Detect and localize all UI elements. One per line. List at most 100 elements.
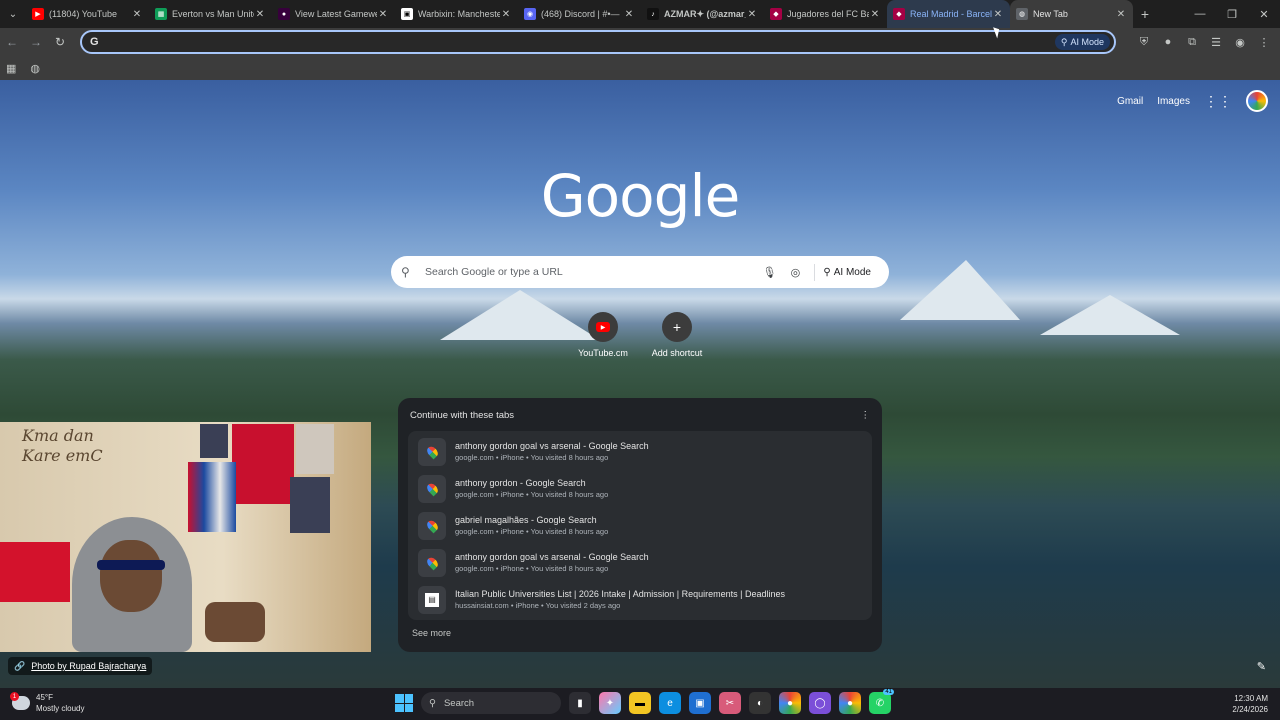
weather-badge: 1 xyxy=(10,692,19,701)
more-options-icon[interactable]: ⋮ xyxy=(861,410,871,421)
close-icon[interactable]: ✕ xyxy=(992,9,1004,20)
reload-icon[interactable]: ↻ xyxy=(48,35,72,49)
photo-credit[interactable]: 🔗 Photo by Rupad Bajracharya xyxy=(8,657,153,675)
search-icon: ⚲ xyxy=(429,697,436,709)
add-shortcut-button[interactable]: + Add shortcut xyxy=(647,312,707,358)
shield-icon[interactable]: ⛨ xyxy=(1132,36,1156,49)
system-clock[interactable]: 12:30 AM 2/24/2026 xyxy=(1232,693,1268,715)
close-icon[interactable]: ✕ xyxy=(869,9,881,20)
restore-icon[interactable]: ❐ xyxy=(1216,8,1248,21)
google-maps-pin-icon xyxy=(418,474,446,503)
shortcut-label: Add shortcut xyxy=(651,348,703,358)
close-icon[interactable]: ✕ xyxy=(1115,9,1127,20)
list-item[interactable]: gabriel magalhães - Google Search google.… xyxy=(408,507,872,544)
snowy-peak xyxy=(1040,295,1180,335)
microphone-icon[interactable]: 🎙 xyxy=(756,266,782,279)
tab-warbixin[interactable]: ▣ Warbixin: Manchester ✕ xyxy=(395,0,518,28)
google-apps-icon[interactable]: ⋮⋮ xyxy=(1204,93,1232,110)
extension-circle-icon[interactable]: ● xyxy=(1156,36,1180,48)
file-explorer-icon[interactable]: ▬ xyxy=(629,692,651,714)
search-input[interactable]: Search Google or type a URL xyxy=(421,266,756,278)
jerseys xyxy=(188,462,236,532)
weather-widget[interactable]: 1 45°F Mostly cloudy xyxy=(10,692,84,714)
globe-icon[interactable]: ◍ xyxy=(30,62,40,75)
snowy-peak xyxy=(900,260,1020,320)
copilot-icon[interactable]: ✦ xyxy=(599,692,621,714)
back-icon[interactable]: ← xyxy=(0,35,24,49)
close-icon[interactable]: ✕ xyxy=(254,9,266,20)
item-title: anthony gordon goal vs arsenal - Google … xyxy=(455,552,649,562)
tab-real-madrid-barcelona[interactable]: ◆ Real Madrid - Barcelo ✕ xyxy=(887,0,1010,28)
customize-pencil-icon[interactable]: ✎ xyxy=(1257,660,1266,673)
cloud-icon: 1 xyxy=(10,692,30,710)
profile-icon[interactable]: ◉ xyxy=(1228,36,1252,49)
tab-label: View Latest Gamewe xyxy=(295,9,377,19)
new-tab-button[interactable]: + xyxy=(1133,6,1157,22)
webcam-overlay: Kma dan Kare emC xyxy=(0,422,371,652)
list-item[interactable]: ▤ Italian Public Universities List | 202… xyxy=(408,581,872,618)
site-favicon-icon: ▤ xyxy=(418,585,446,614)
obs-icon[interactable]: ◐ xyxy=(749,692,771,714)
tab-tiktok[interactable]: ♪ AZMAR✦ (@azmar_ ✕ xyxy=(641,0,764,28)
tab-barca-players[interactable]: ◆ Jugadores del FC Barc✕ xyxy=(764,0,887,28)
poster xyxy=(200,424,228,458)
lens-icon[interactable]: ◎ xyxy=(782,266,808,279)
item-title: Italian Public Universities List | 2026 … xyxy=(455,589,786,599)
tab-label: New Tab xyxy=(1033,9,1068,19)
minimize-icon[interactable]: — xyxy=(1184,8,1216,20)
shortcut-youtube[interactable]: ▶ YouTube.cm xyxy=(573,312,633,358)
close-icon[interactable]: ✕ xyxy=(131,9,143,20)
task-view-icon[interactable]: ▮ xyxy=(569,692,591,714)
item-subtitle: google.com • iPhone • You visited 8 hour… xyxy=(455,453,609,462)
taskbar-search[interactable]: ⚲ Search xyxy=(421,692,561,714)
chrome-profile-icon[interactable]: ● xyxy=(839,692,861,714)
app-circle-icon[interactable]: ◯ xyxy=(809,692,831,714)
tab-gameweek[interactable]: ● View Latest Gamewe ✕ xyxy=(272,0,395,28)
whatsapp-icon[interactable]: ✆ 41 xyxy=(869,689,894,714)
tab-discord[interactable]: ◉ (468) Discord | #•— ✕ xyxy=(518,0,641,28)
poster xyxy=(290,477,330,533)
gmail-link[interactable]: Gmail xyxy=(1117,96,1143,107)
windows-start-icon[interactable] xyxy=(395,694,413,712)
ai-mode-button[interactable]: ⚲ AI Mode xyxy=(814,263,879,281)
search-box[interactable]: ⚲ Search Google or type a URL 🎙 ◎ ⚲ AI Mo… xyxy=(391,256,889,288)
discord-icon: ◉ xyxy=(524,8,536,20)
tab-search-button[interactable]: ⌄ xyxy=(0,0,26,28)
youtube-icon: ▶ xyxy=(596,322,610,332)
list-item[interactable]: anthony gordon goal vs arsenal - Google … xyxy=(408,433,872,470)
list-item[interactable]: anthony gordon - Google Search google.com… xyxy=(408,470,872,507)
menu-icon[interactable]: ⋮ xyxy=(1252,36,1276,49)
tab-new-tab[interactable]: ◍ New Tab ✕ xyxy=(1010,0,1133,28)
ai-mode-label: AI Mode xyxy=(833,266,871,278)
tab-everton[interactable]: ▦ Everton vs Man United ✕ xyxy=(149,0,272,28)
ai-mode-button[interactable]: ⚲ AI Mode xyxy=(1054,34,1110,50)
close-icon[interactable]: ✕ xyxy=(623,9,635,20)
store-icon[interactable]: ▣ xyxy=(689,692,711,714)
edge-icon[interactable]: e xyxy=(659,692,681,714)
poster xyxy=(296,424,334,474)
chrome-icon[interactable]: ● xyxy=(779,692,801,714)
list-item[interactable]: anthony gordon goal vs arsenal - Google … xyxy=(408,544,872,581)
search-icon: ⚲ xyxy=(1060,36,1068,47)
photo-credit-label: Photo by Rupad Bajracharya xyxy=(31,661,147,671)
tab-label: Jugadores del FC Barc xyxy=(787,9,869,19)
continue-tabs-panel: Continue with these tabs ⋮ anthony gordo… xyxy=(398,398,882,652)
images-link[interactable]: Images xyxy=(1157,96,1190,107)
reading-list-icon[interactable]: ☰ xyxy=(1204,36,1228,49)
wall-sign: Kma dan Kare emC xyxy=(22,426,103,465)
close-icon[interactable]: ✕ xyxy=(377,9,389,20)
close-icon[interactable]: ✕ xyxy=(746,9,758,20)
tab-youtube[interactable]: ▶ (11804) YouTube ✕ xyxy=(26,0,149,28)
apps-grid-icon[interactable]: ▦ xyxy=(6,62,16,75)
bookmarks-bar: ▦ ◍ xyxy=(0,56,1280,80)
snipping-tool-icon[interactable]: ✂ xyxy=(719,692,741,714)
puzzle-icon[interactable]: ⧉ xyxy=(1180,36,1204,49)
account-avatar[interactable] xyxy=(1246,90,1268,112)
see-more-link[interactable]: See more xyxy=(408,620,872,638)
window-controls: — ❐ ✕ xyxy=(1184,0,1280,28)
forward-icon[interactable]: → xyxy=(24,35,48,49)
address-bar[interactable]: G ⚲ AI Mode xyxy=(80,30,1116,54)
close-icon[interactable]: ✕ xyxy=(500,9,512,20)
close-window-icon[interactable]: ✕ xyxy=(1248,8,1280,21)
search-icon: ⚲ xyxy=(401,265,410,279)
